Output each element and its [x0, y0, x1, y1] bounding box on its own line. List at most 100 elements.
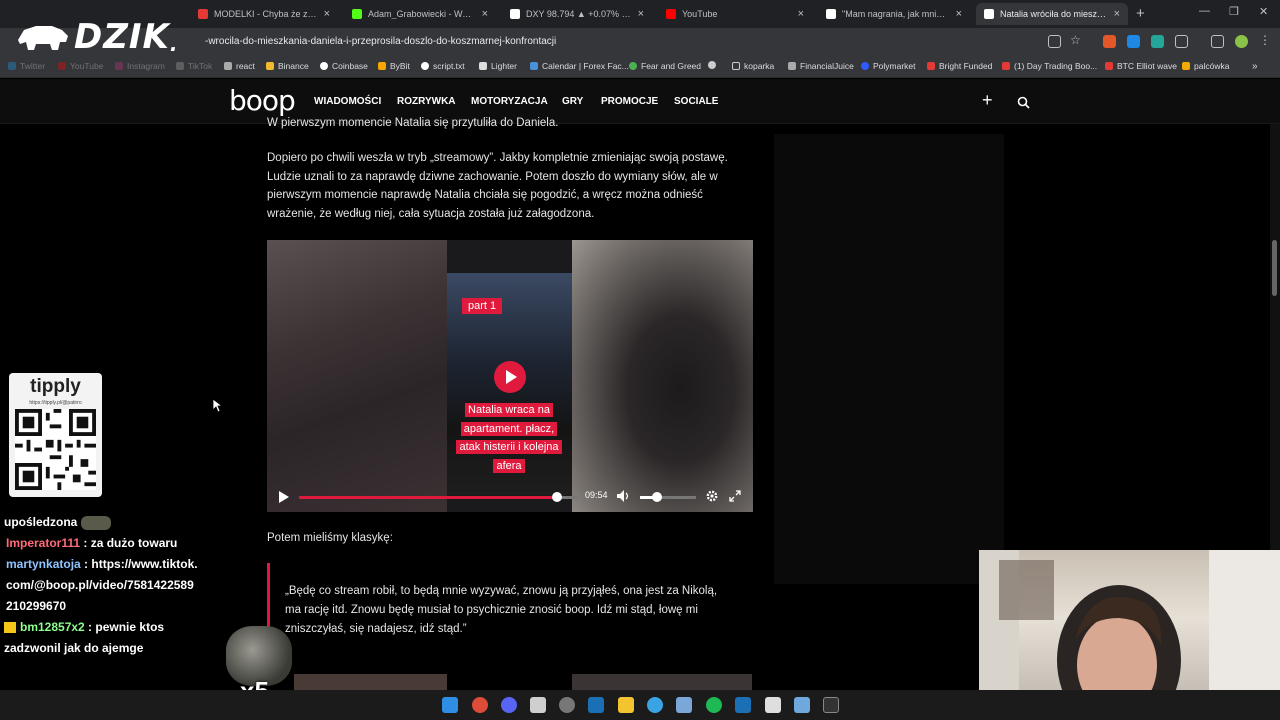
install-app-icon[interactable]: [1048, 35, 1061, 48]
close-tab-icon[interactable]: ×: [324, 8, 330, 20]
restore-icon[interactable]: ❐: [1229, 5, 1239, 18]
extension-icon[interactable]: [1151, 35, 1164, 48]
close-tab-icon[interactable]: ×: [1114, 8, 1120, 20]
close-tab-icon[interactable]: ×: [798, 8, 804, 20]
bookmark-item[interactable]: Calendar | Forex Fac...: [530, 61, 629, 71]
profile-avatar-icon[interactable]: [1235, 35, 1248, 48]
nav-gry[interactable]: GRY: [562, 96, 583, 107]
search-icon[interactable]: [1017, 96, 1030, 109]
spotify-icon[interactable]: [706, 697, 722, 713]
extension-icon[interactable]: [1103, 35, 1116, 48]
plus-icon[interactable]: +: [982, 90, 993, 111]
youtube-icon: [1002, 62, 1010, 70]
nav-sociale[interactable]: SOCIALE: [674, 96, 718, 107]
bookmark-item[interactable]: palcówka: [1182, 61, 1229, 71]
tab-boop-1[interactable]: "Mam nagrania, jak mnie pobił ×: [818, 3, 970, 25]
discord-icon[interactable]: [501, 697, 517, 713]
chat-username: upośledzona: [4, 515, 78, 529]
kick-icon: [352, 9, 362, 19]
bookmark-item[interactable]: Polymarket: [861, 61, 916, 71]
bookmark-item[interactable]: Coinbase: [320, 61, 368, 71]
video-blur-right: [572, 240, 753, 512]
chrome-icon[interactable]: [472, 697, 488, 713]
globe-icon: [708, 61, 716, 69]
bookmark-item[interactable]: BTC Elliot wave: [1105, 61, 1177, 71]
notepad-icon[interactable]: [765, 697, 781, 713]
file-explorer-icon[interactable]: [618, 697, 634, 713]
terminal-icon[interactable]: [823, 697, 839, 713]
tab-kick[interactable]: Adam_Grabowiecki - Watch cli ×: [344, 3, 496, 25]
play-button[interactable]: [494, 361, 526, 393]
steam-icon[interactable]: [588, 697, 604, 713]
tab-youtube[interactable]: YouTube ×: [658, 3, 812, 25]
close-tab-icon[interactable]: ×: [638, 8, 644, 20]
menu-kebab-icon[interactable]: ⋮: [1259, 33, 1272, 47]
chrome-icon: [629, 62, 637, 70]
reading-list-icon[interactable]: [1211, 35, 1224, 48]
bookmark-item[interactable]: Lighter: [479, 61, 517, 71]
bookmark-folder[interactable]: koparka: [732, 61, 774, 71]
close-tab-icon[interactable]: ×: [956, 8, 962, 20]
bookmark-item[interactable]: FinancialJuice: [788, 61, 854, 71]
volume-icon[interactable]: [617, 490, 631, 502]
minimize-icon[interactable]: —: [1199, 5, 1210, 17]
bookmark-item[interactable]: react: [224, 61, 255, 71]
youtube-icon: [1105, 62, 1113, 70]
tab-title: "Mam nagrania, jak mnie pobił: [842, 9, 950, 19]
bookmark-item[interactable]: script.txt: [421, 61, 465, 71]
bookmark-item[interactable]: Bright Funded: [927, 61, 992, 71]
seek-bar[interactable]: [299, 492, 579, 502]
gear-icon[interactable]: [706, 490, 718, 502]
volume-handle[interactable]: [651, 492, 662, 502]
app-icon[interactable]: [735, 697, 751, 713]
obs-icon[interactable]: [559, 697, 575, 713]
github-icon: [421, 62, 429, 70]
photos-icon[interactable]: [794, 697, 810, 713]
tab-title: DXY 98.794 ▲ +0.07% Bez nazw: [526, 9, 632, 19]
bookmark-item[interactable]: TikTok: [176, 61, 212, 71]
boop-logo[interactable]: boop: [229, 84, 296, 117]
close-window-icon[interactable]: ✕: [1259, 5, 1268, 18]
nav-motoryzacja[interactable]: MOTORYZACJA: [471, 96, 548, 107]
article-paragraph: W pierwszym momencie Natalia się przytul…: [267, 115, 747, 132]
play-icon[interactable]: [279, 491, 289, 503]
app-icon[interactable]: [647, 697, 663, 713]
bookmark-item[interactable]: (1) Day Trading Boo...: [1002, 61, 1097, 71]
seek-handle[interactable]: [551, 492, 562, 502]
app-icon[interactable]: [530, 697, 546, 713]
bookmark-item[interactable]: [708, 61, 720, 69]
url-field[interactable]: -wrocila-do-mieszkania-daniela-i-przepro…: [205, 36, 556, 47]
lighter-icon: [479, 62, 487, 70]
polymarket-icon: [861, 62, 869, 70]
youtube-icon: [666, 9, 676, 19]
extension-icon[interactable]: [1127, 35, 1140, 48]
fullscreen-icon[interactable]: [729, 490, 741, 502]
start-windows-icon[interactable]: [442, 697, 458, 713]
scrollbar-thumb[interactable]: [1272, 240, 1277, 296]
folder-icon: [732, 62, 740, 70]
sidebar-ad-slot: [774, 134, 1004, 584]
tab-title: YouTube: [682, 9, 718, 19]
nav-rozrywka[interactable]: ROZRYWKA: [397, 96, 456, 107]
more-bookmarks-icon[interactable]: »: [1252, 61, 1258, 72]
bookmark-item[interactable]: Twitter: [8, 61, 45, 71]
bookmark-item[interactable]: Fear and Greed: [629, 61, 701, 71]
app-icon[interactable]: [676, 697, 692, 713]
tab-dxy[interactable]: DXY 98.794 ▲ +0.07% Bez nazw ×: [502, 3, 652, 25]
article-paragraph: Dopiero po chwili weszła w tryb „streamo…: [267, 152, 728, 220]
bookmark-star-icon[interactable]: ☆: [1070, 33, 1083, 47]
nav-wiadomosci[interactable]: WIADOMOŚCI: [314, 96, 381, 107]
bookmark-item[interactable]: ByBit: [378, 61, 410, 71]
new-tab-button[interactable]: +: [1136, 5, 1145, 22]
bookmark-item[interactable]: Instagram: [115, 61, 165, 71]
volume-slider[interactable]: [640, 492, 696, 502]
chat-message: Imperator111 : za dużo towaru: [0, 533, 200, 554]
bookmark-item[interactable]: YouTube: [58, 61, 103, 71]
extensions-puzzle-icon[interactable]: [1175, 35, 1188, 48]
tab-boop-active[interactable]: Natalia wróciła do mieszkania D ×: [976, 3, 1128, 25]
tab-modelki[interactable]: MODELKI - Chyba że z Tobą (pr ×: [190, 3, 338, 25]
nav-promocje[interactable]: PROMOCJE: [601, 96, 658, 107]
video-player[interactable]: part 1 Natalia wraca na apartament. płac…: [267, 240, 753, 512]
bookmark-item[interactable]: Binance: [266, 61, 309, 71]
close-tab-icon[interactable]: ×: [482, 8, 488, 20]
